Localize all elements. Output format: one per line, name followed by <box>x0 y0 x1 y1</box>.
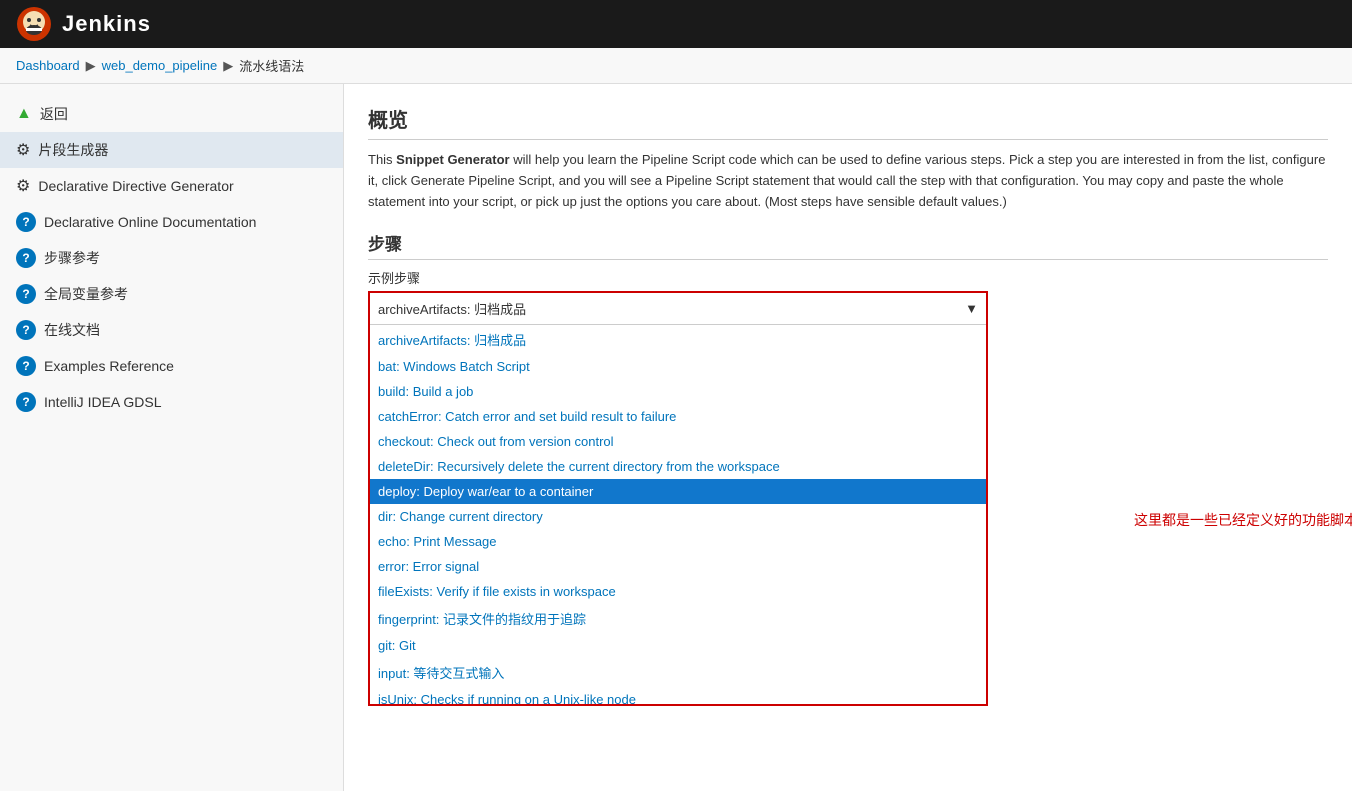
sidebar-item-snippet[interactable]: ⚙ 片段生成器 <box>0 132 343 168</box>
steps-dropdown-container: archiveArtifacts: 归档成品 ▼ archiveArtifact… <box>368 291 988 706</box>
app-title: Jenkins <box>62 11 151 37</box>
question-icon-online: ? <box>16 320 36 340</box>
sidebar-item-directive[interactable]: ⚙ Declarative Directive Generator <box>0 168 343 204</box>
sidebar-item-intellij[interactable]: ? IntelliJ IDEA GDSL <box>0 384 343 420</box>
breadcrumb-pipeline[interactable]: web_demo_pipeline <box>102 58 218 73</box>
breadcrumb-sep-1: ▶ <box>86 58 96 74</box>
chevron-down-icon: ▼ <box>965 301 978 316</box>
overview-text-before: This <box>368 152 396 167</box>
sidebar-item-label-examples: Examples Reference <box>44 358 174 374</box>
dropdown-list-item[interactable]: build: Build a job <box>370 379 986 404</box>
sidebar-item-label-back: 返回 <box>40 104 68 124</box>
dropdown-list-item[interactable]: fingerprint: 记录文件的指纹用于追踪 <box>370 604 986 633</box>
dropdown-list-item[interactable]: input: 等待交互式输入 <box>370 658 986 687</box>
dropdown-list-item[interactable]: dir: Change current directory <box>370 504 986 529</box>
dropdown-list-item[interactable]: catchError: Catch error and set build re… <box>370 404 986 429</box>
snippet-generator-label: Snippet Generator <box>396 152 509 167</box>
overview-text-after: will help you learn the Pipeline Script … <box>368 152 1325 209</box>
sidebar-item-label-directive: Declarative Directive Generator <box>38 178 233 194</box>
breadcrumb-sep-2: ▶ <box>223 58 233 74</box>
sidebar-item-global-var[interactable]: ? 全局变量参考 <box>0 276 343 312</box>
breadcrumb-dashboard[interactable]: Dashboard <box>16 58 80 73</box>
dropdown-list-item[interactable]: checkout: Check out from version control <box>370 429 986 454</box>
sidebar-item-steps-ref[interactable]: ? 步骤参考 <box>0 240 343 276</box>
gear-icon-snippet: ⚙ <box>16 140 30 160</box>
breadcrumb: Dashboard ▶ web_demo_pipeline ▶ 流水线语法 <box>0 48 1352 84</box>
sidebar-item-label-online-doc: Declarative Online Documentation <box>44 214 256 230</box>
steps-title: 步骤 <box>368 230 1328 260</box>
dropdown-selected-value[interactable]: archiveArtifacts: 归档成品 ▼ <box>370 293 986 324</box>
dropdown-list-item[interactable]: fileExists: Verify if file exists in wor… <box>370 579 986 604</box>
question-icon-global-var: ? <box>16 284 36 304</box>
dropdown-selected-text: archiveArtifacts: 归档成品 <box>378 299 526 318</box>
sidebar-item-online[interactable]: ? 在线文档 <box>0 312 343 348</box>
sidebar-item-label-intellij: IntelliJ IDEA GDSL <box>44 394 162 410</box>
question-icon-intellij: ? <box>16 392 36 412</box>
dropdown-list-item[interactable]: git: Git <box>370 633 986 658</box>
dropdown-list-item[interactable]: deleteDir: Recursively delete the curren… <box>370 454 986 479</box>
sidebar-item-label-steps-ref: 步骤参考 <box>44 248 100 268</box>
main-content: 概览 This Snippet Generator will help you … <box>344 84 1352 791</box>
jenkins-icon <box>16 6 52 42</box>
steps-subtitle: 示例步骤 <box>368 268 1328 287</box>
sidebar-item-online-doc[interactable]: ? Declarative Online Documentation <box>0 204 343 240</box>
jenkins-logo: Jenkins <box>16 6 151 42</box>
sidebar: ▲ 返回 ⚙ 片段生成器 ⚙ Declarative Directive Gen… <box>0 84 344 791</box>
question-icon-online-doc: ? <box>16 212 36 232</box>
dropdown-wrapper: archiveArtifacts: 归档成品 ▼ archiveArtifact… <box>368 291 1028 707</box>
dropdown-list-item[interactable]: error: Error signal <box>370 554 986 579</box>
dropdown-list-item[interactable]: echo: Print Message <box>370 529 986 554</box>
overview-title: 概览 <box>368 104 1328 140</box>
sidebar-item-label-global-var: 全局变量参考 <box>44 284 128 304</box>
breadcrumb-current: 流水线语法 <box>239 56 304 75</box>
dropdown-list-item[interactable]: archiveArtifacts: 归档成品 <box>370 325 986 354</box>
question-icon-examples: ? <box>16 356 36 376</box>
sidebar-item-label-snippet: 片段生成器 <box>38 140 108 160</box>
dropdown-list-item[interactable]: deploy: Deploy war/ear to a container <box>370 479 986 504</box>
question-icon-steps-ref: ? <box>16 248 36 268</box>
dropdown-list-item[interactable]: isUnix: Checks if running on a Unix-like… <box>370 687 986 704</box>
annotation-label: 这里都是一些已经定义好的功能脚本 <box>1134 510 1352 530</box>
overview-text: This Snippet Generator will help you lea… <box>368 150 1328 212</box>
header: Jenkins <box>0 0 1352 48</box>
layout: ▲ 返回 ⚙ 片段生成器 ⚙ Declarative Directive Gen… <box>0 84 1352 791</box>
dropdown-list: archiveArtifacts: 归档成品bat: Windows Batch… <box>370 324 986 704</box>
sidebar-item-label-online: 在线文档 <box>44 320 100 340</box>
gear-icon-directive: ⚙ <box>16 176 30 196</box>
sidebar-item-examples[interactable]: ? Examples Reference <box>0 348 343 384</box>
dropdown-list-item[interactable]: bat: Windows Batch Script <box>370 354 986 379</box>
sidebar-item-back[interactable]: ▲ 返回 <box>0 96 343 132</box>
up-arrow-icon: ▲ <box>16 105 32 123</box>
